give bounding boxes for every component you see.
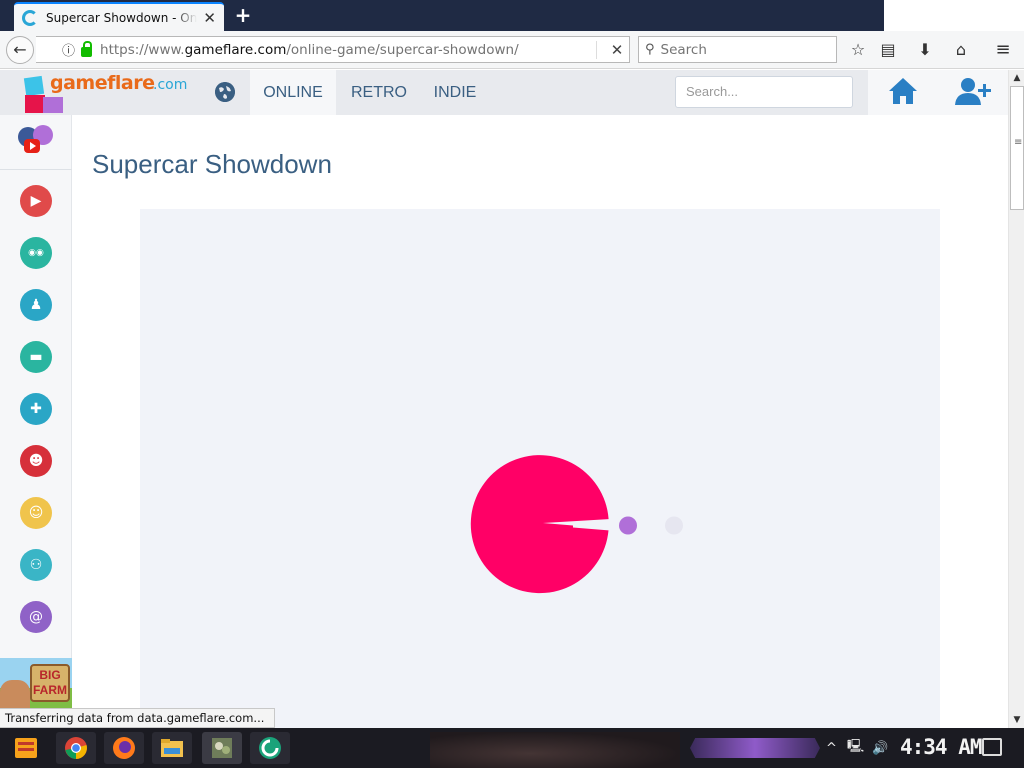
taskbar-clock[interactable]: 4:34 AM xyxy=(900,735,983,759)
sidebar-divider xyxy=(0,169,72,170)
3d-glasses-icon[interactable]: ◉◉ xyxy=(20,237,52,269)
nav-tab-indie[interactable]: INDIE xyxy=(422,70,488,115)
taskbar-wallpaper xyxy=(430,732,680,768)
browser-search-bar[interactable]: ⚲ xyxy=(638,36,837,63)
car-icon[interactable]: ▬ xyxy=(20,341,52,373)
browser-search-input[interactable] xyxy=(660,41,821,58)
url-divider xyxy=(596,40,597,59)
logo-domain: .com xyxy=(153,77,188,93)
tab-title: Supercar Showdown - Online xyxy=(46,10,198,25)
lock-icon xyxy=(81,40,93,57)
globe-icon[interactable] xyxy=(215,82,235,102)
back-arrow-icon[interactable]: ← xyxy=(6,36,34,64)
site-search-input[interactable]: Search... xyxy=(675,76,853,108)
scroll-up-arrow-icon[interactable]: ▲ xyxy=(1009,70,1024,86)
new-tab-plus-icon[interactable]: + xyxy=(232,4,254,26)
bookmark-star-icon[interactable]: ☆ xyxy=(847,39,869,61)
game-frame[interactable] xyxy=(140,209,940,728)
folder-icon xyxy=(161,739,183,757)
loading-spinner-icon xyxy=(22,9,38,26)
game-app-icon xyxy=(212,738,232,758)
system-tray: ^ 🖳 🔊 xyxy=(826,736,888,760)
loader-dot-active xyxy=(619,516,637,535)
web-page: gameflare .com ONLINE RETRO INDIE Search… xyxy=(0,70,1008,728)
download-arrow-icon[interactable]: ⬇ xyxy=(914,39,936,61)
hamburger-menu-icon[interactable]: ≡ xyxy=(992,39,1014,61)
home-icon[interactable] xyxy=(887,76,919,106)
vertical-scrollbar[interactable]: ▲ ▼ xyxy=(1008,70,1024,728)
big-farm-logo: BIG FARM xyxy=(30,664,70,702)
taskbar-file-explorer[interactable] xyxy=(152,732,192,764)
play-icon[interactable]: ▶ xyxy=(20,185,52,217)
search-icon: ⚲ xyxy=(645,42,655,57)
browser-tab-active[interactable]: Supercar Showdown - Online ✕ xyxy=(14,2,224,31)
game-loader xyxy=(470,455,683,594)
logo-text[interactable]: gameflare xyxy=(50,72,155,94)
taskbar-game-app[interactable] xyxy=(202,732,242,764)
taskbar-firefox[interactable] xyxy=(104,732,144,764)
tab-close-icon[interactable]: ✕ xyxy=(203,9,216,27)
volume-icon[interactable]: 🔊 xyxy=(872,741,888,756)
url-bar[interactable]: ⓘ https://www.gameflare.com/online-game/… xyxy=(36,36,630,63)
site-header: gameflare .com ONLINE RETRO INDIE Search… xyxy=(0,70,1008,115)
firefox-icon xyxy=(113,737,135,759)
notification-icon[interactable] xyxy=(982,738,1002,756)
tab-strip: Supercar Showdown - Online ✕ + xyxy=(0,0,1024,31)
url-host: gameflare.com xyxy=(184,41,287,58)
chrome-icon xyxy=(65,737,87,759)
penguin-icon[interactable]: ♟ xyxy=(20,289,52,321)
url-prefix: https://www. xyxy=(100,41,185,58)
page-title: Supercar Showdown xyxy=(92,149,332,179)
header-actions xyxy=(868,70,1008,115)
start-button[interactable] xyxy=(8,732,44,764)
status-bar: Transferring data from data.gameflare.co… xyxy=(0,708,276,728)
start-logo-icon xyxy=(15,738,37,758)
home-icon[interactable]: ⌂ xyxy=(950,39,972,61)
os-taskbar: ^ 🖳 🔊 4:34 AM xyxy=(0,728,1024,768)
monkey-icon[interactable]: ☺ xyxy=(20,497,52,529)
url-path: /online-game/supercar-showdown/ xyxy=(286,41,519,58)
people-icon[interactable]: ⚇ xyxy=(20,549,52,581)
nav-tab-online[interactable]: ONLINE xyxy=(250,70,336,115)
scroll-down-arrow-icon[interactable]: ▼ xyxy=(1009,712,1024,728)
scrollbar-thumb[interactable] xyxy=(1010,86,1024,210)
taskbar-decoration xyxy=(690,738,820,758)
reading-list-icon[interactable]: ▤ xyxy=(877,39,899,61)
clown-icon[interactable]: ☻ xyxy=(20,445,52,477)
url-text[interactable]: https://www.gameflare.com/online-game/su… xyxy=(100,42,596,58)
add-user-icon[interactable] xyxy=(954,76,992,106)
loader-dot-inactive xyxy=(665,516,683,535)
clear-url-icon[interactable]: ✕ xyxy=(605,41,629,59)
tray-expand-icon[interactable]: ^ xyxy=(826,741,837,756)
taskbar-chrome[interactable] xyxy=(56,732,96,764)
app-spinner-icon xyxy=(259,737,281,759)
network-icon[interactable]: 🖳 xyxy=(847,737,864,759)
gamepad-icon[interactable]: ✚ xyxy=(20,393,52,425)
browser-toolbar: ← ⓘ https://www.gameflare.com/online-gam… xyxy=(0,31,1024,69)
nav-tab-retro[interactable]: RETRO xyxy=(340,70,418,115)
social-media-icon[interactable] xyxy=(16,123,56,157)
taskbar-app-spinner[interactable] xyxy=(250,732,290,764)
category-sidebar: ▶ ◉◉ ♟ ▬ ✚ ☻ ☺ ⚇ @ BIG FARM xyxy=(0,115,72,728)
loader-pie-icon xyxy=(470,455,609,594)
snail-icon[interactable]: @ xyxy=(20,601,52,633)
info-icon[interactable]: ⓘ xyxy=(62,40,75,59)
